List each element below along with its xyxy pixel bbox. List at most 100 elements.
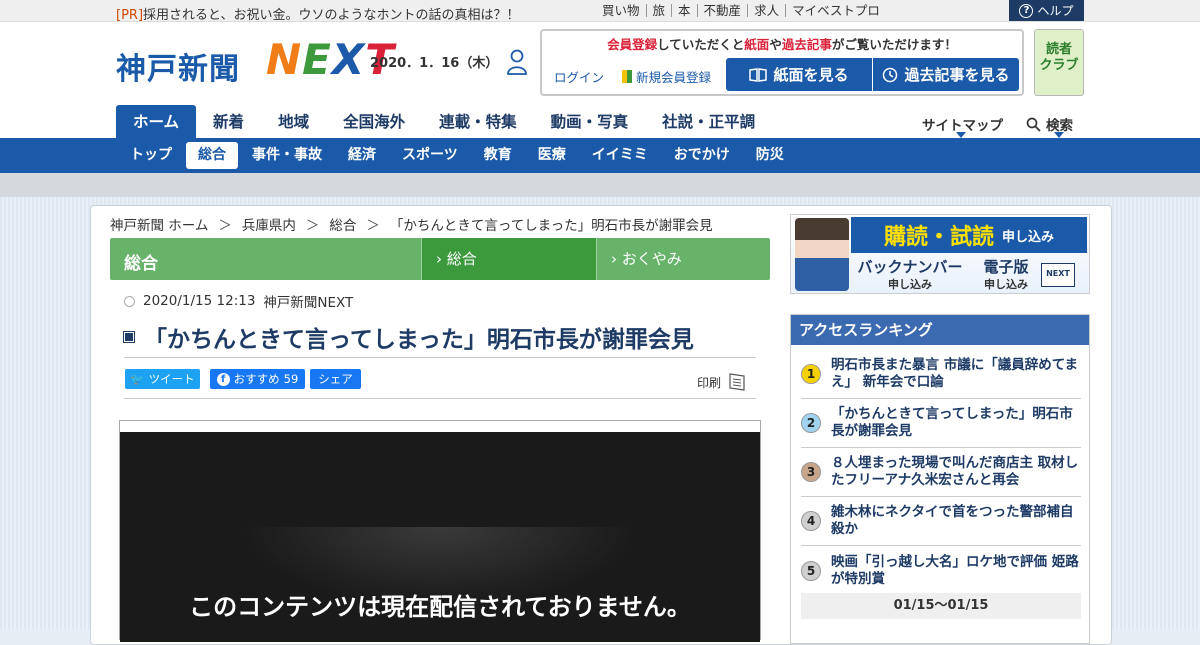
facebook-share-button[interactable]: シェア bbox=[310, 369, 361, 389]
subnav-economy[interactable]: 経済 bbox=[336, 142, 388, 169]
view-paper-button[interactable]: 紙面を見る bbox=[726, 58, 872, 91]
new-register-link[interactable]: 新規会員登録 bbox=[622, 67, 711, 86]
subnav-sports[interactable]: スポーツ bbox=[390, 142, 470, 169]
book-icon bbox=[749, 67, 768, 82]
subnav-disaster[interactable]: 防災 bbox=[744, 142, 796, 169]
subnav-incidents[interactable]: 事件・事故 bbox=[240, 142, 334, 169]
category-tab-general[interactable]: › 総合 bbox=[421, 238, 596, 280]
nav-video-photo[interactable]: 動画・写真 bbox=[534, 105, 646, 138]
subnav-education[interactable]: 教育 bbox=[472, 142, 524, 169]
nav-series-features[interactable]: 連載・特集 bbox=[422, 105, 534, 138]
tweet-button[interactable]: 🐦 ツイート bbox=[125, 369, 200, 389]
breadcrumb-home[interactable]: 神戸新聞 ホーム bbox=[110, 214, 208, 234]
service-links: 買い物 旅 本 不動産 求人 マイベストプロ bbox=[596, 4, 886, 17]
msg-part: していただくと bbox=[657, 37, 745, 52]
nav-national-world[interactable]: 全国海外 bbox=[326, 105, 422, 138]
facebook-icon: f bbox=[216, 372, 230, 386]
help-button[interactable]: ? ヘルプ bbox=[1009, 0, 1084, 21]
ranking-item[interactable]: 1 明石市長また暴言 市議に「議員辞めてまえ」 新年会で口論 bbox=[801, 350, 1081, 399]
ranking-item[interactable]: 2 「かちんときて言ってしまった」明石市長が謝罪会見 bbox=[801, 399, 1081, 448]
member-box: 会員登録していただくと紙面や過去記事がご覧いただけます！ ログイン 新規会員登録… bbox=[540, 29, 1024, 96]
search-icon bbox=[1026, 117, 1041, 132]
reader-club-button[interactable]: 読者 クラブ bbox=[1034, 29, 1084, 96]
msg-part: 会員登録 bbox=[607, 37, 658, 52]
logo-letter-n: N bbox=[266, 35, 303, 84]
link-travel[interactable]: 旅 bbox=[645, 4, 672, 17]
nav-editorial[interactable]: 社説・正平調 bbox=[645, 105, 772, 138]
search-link[interactable]: 検索 bbox=[1026, 114, 1073, 134]
subnav-medical[interactable]: 医療 bbox=[526, 142, 578, 169]
subnav-outing[interactable]: おでかけ bbox=[662, 142, 742, 169]
twitter-icon: 🐦 bbox=[130, 372, 145, 386]
ranking-date-range: 01/15～01/15 bbox=[801, 593, 1081, 619]
nav-latest[interactable]: 新着 bbox=[196, 105, 261, 138]
ranking-item[interactable]: 4 雑木林にネクタイで首をつった警部補自殺か bbox=[801, 497, 1081, 546]
chevron-right-icon: › bbox=[611, 250, 622, 268]
divider bbox=[124, 398, 756, 399]
user-icon[interactable] bbox=[506, 49, 528, 75]
article-meta: 2020/1/15 12:13 神戸新聞NEXT bbox=[124, 291, 353, 311]
breadcrumb-general[interactable]: 総合 bbox=[329, 214, 356, 234]
nav-home[interactable]: ホーム bbox=[116, 105, 197, 138]
ad-digital-small: 申し込み bbox=[984, 278, 1028, 291]
breadcrumb-hyogo[interactable]: 兵庫県内 bbox=[242, 214, 296, 234]
print-icon bbox=[729, 373, 745, 391]
logo-letter-x: X bbox=[331, 35, 366, 84]
category-bar: 総合 › 総合 › おくやみ bbox=[110, 238, 770, 280]
subnav-top[interactable]: トップ bbox=[118, 142, 184, 169]
site-header: 神戸新聞 NEXT 2020．1．16（木） 会員登録していただくと紙面や過去記… bbox=[0, 22, 1200, 138]
ranking-item[interactable]: 3 ８人埋まった現場で叫んだ商店主 取材したフリーアナ久米宏さんと再会 bbox=[801, 448, 1081, 497]
breadcrumb-current: 「かちんときて言ってしまった」明石市長が謝罪会見 bbox=[389, 218, 713, 234]
subscription-ad[interactable]: 購読・試読 申し込み バックナンバー 申し込み 電子版 申し込み NEXT bbox=[790, 214, 1090, 294]
ad-backnumber[interactable]: バックナンバー 申し込み bbox=[851, 259, 969, 293]
pr-link[interactable]: [PR]採用されると、お祝い金。ウソのようなホントの話の真相は？！ bbox=[116, 4, 520, 23]
ranking-title: アクセスランキング bbox=[791, 315, 1089, 345]
breadcrumb-separator-icon: ＞ bbox=[218, 218, 232, 234]
facebook-like-button[interactable]: f おすすめ 59 bbox=[210, 369, 305, 389]
ad-subscribe-small: 申し込み bbox=[1002, 229, 1055, 245]
past-articles-button[interactable]: 過去記事を見る bbox=[873, 58, 1019, 91]
rank-title: 「かちんときて言ってしまった」明石市長が謝罪会見 bbox=[831, 406, 1073, 439]
ad-subscribe-label: 購読・試読 bbox=[883, 225, 994, 250]
subnav-general[interactable]: 総合 bbox=[186, 142, 238, 169]
new-register-label: 新規会員登録 bbox=[636, 70, 712, 85]
separator-band bbox=[0, 173, 1200, 197]
rank-title: 雑木林にネクタイで首をつった警部補自殺か bbox=[831, 504, 1074, 537]
search-label: 検索 bbox=[1046, 118, 1073, 134]
breadcrumb-separator-icon: ＞ bbox=[305, 218, 320, 234]
video-player[interactable]: このコンテンツは現在配信されておりません。 bbox=[119, 420, 761, 642]
link-jobs[interactable]: 求人 bbox=[747, 4, 785, 17]
nav-region[interactable]: 地域 bbox=[261, 105, 326, 138]
link-shopping[interactable]: 買い物 bbox=[596, 4, 646, 17]
article-source: 神戸新聞NEXT bbox=[263, 295, 354, 311]
subnav-iimimi[interactable]: イイミミ bbox=[580, 142, 660, 169]
ad-digital-label: 電子版 bbox=[983, 258, 1029, 276]
top-utility-bar: [PR]採用されると、お祝い金。ウソのようなホントの話の真相は？！ 買い物 旅 … bbox=[0, 0, 1200, 23]
msg-part: がご覧いただけます！ bbox=[831, 37, 957, 52]
chevron-right-icon: › bbox=[436, 250, 447, 268]
ad-backnumber-small: 申し込み bbox=[888, 278, 932, 291]
member-message: 会員登録していただくと紙面や過去記事がご覧いただけます！ bbox=[542, 34, 1022, 53]
headline-marker-icon bbox=[123, 331, 135, 343]
divider bbox=[124, 357, 756, 358]
sitemap-link[interactable]: サイトマップ bbox=[922, 114, 1003, 134]
link-mybestpro[interactable]: マイベストプロ bbox=[785, 4, 886, 17]
facebook-like-label: おすすめ bbox=[233, 372, 280, 386]
access-ranking: アクセスランキング 1 明石市長また暴言 市議に「議員辞めてまえ」 新年会で口論 … bbox=[790, 314, 1090, 644]
ranking-item[interactable]: 5 映画「引っ越し大名」ロケ地で評価 姫路が特別賞 bbox=[801, 546, 1081, 595]
help-label: ヘルプ bbox=[1037, 4, 1074, 18]
article-datetime: 2020/1/15 12:13 bbox=[143, 293, 256, 309]
rank-number: 1 bbox=[801, 364, 821, 384]
logo-letter-e: E bbox=[302, 35, 332, 84]
link-books[interactable]: 本 bbox=[671, 4, 697, 17]
facebook-like-count: 59 bbox=[283, 372, 299, 386]
ad-subscribe-banner[interactable]: 購読・試読 申し込み bbox=[851, 217, 1087, 253]
category-title: 総合 bbox=[124, 254, 158, 274]
rank-number: 2 bbox=[801, 413, 821, 433]
site-logo[interactable]: 神戸新聞 bbox=[116, 44, 240, 88]
ad-digital[interactable]: 電子版 申し込み bbox=[976, 259, 1036, 293]
login-link[interactable]: ログイン bbox=[554, 67, 604, 86]
print-button[interactable]: 印刷 bbox=[697, 372, 747, 392]
link-realestate[interactable]: 不動産 bbox=[696, 4, 748, 17]
category-tab-obituaries[interactable]: › おくやみ bbox=[596, 238, 770, 280]
